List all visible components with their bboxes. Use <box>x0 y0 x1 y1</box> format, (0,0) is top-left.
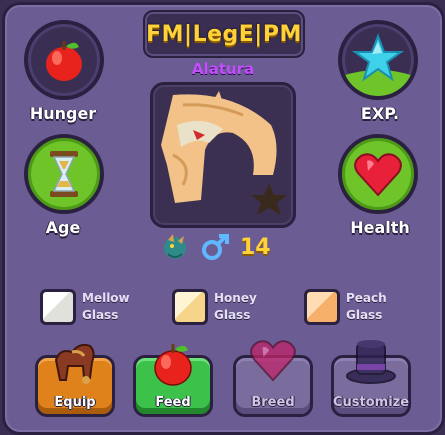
potion-name-line1: Peach <box>346 291 387 305</box>
feed-label: Feed <box>155 395 191 410</box>
apple-icon <box>154 344 192 386</box>
exp-label: EXP. <box>360 104 400 123</box>
equip-button[interactable]: Equip <box>35 343 115 417</box>
top-hat-icon <box>346 340 396 384</box>
pet-title: FM|LegE|PM <box>146 21 302 47</box>
pet-age-value: 14 <box>240 234 271 260</box>
health-label: Health <box>350 218 410 237</box>
heart-icon <box>250 340 296 382</box>
health-stat[interactable] <box>338 134 418 214</box>
exp-stat[interactable] <box>338 20 418 100</box>
pet-title-banner: FM|LegE|PM <box>143 10 305 58</box>
pet-portrait <box>150 82 296 228</box>
heart-icon <box>354 153 402 197</box>
potion-name-line2: Glass <box>82 308 119 322</box>
potion-swatch <box>304 289 340 325</box>
dragon-icon <box>164 234 186 259</box>
feed-button[interactable]: Feed <box>133 344 213 417</box>
hunger-stat[interactable] <box>24 20 104 100</box>
potion-name-line2: Glass <box>346 308 383 322</box>
potion-peach-glass: Peach Glass <box>304 289 406 325</box>
breed-button[interactable]: Breed <box>233 340 313 417</box>
male-icon <box>202 234 229 260</box>
pet-name: Alatura <box>191 60 255 78</box>
age-label: Age <box>45 218 81 237</box>
star-icon <box>342 33 414 96</box>
customize-button[interactable]: Customize <box>331 340 411 417</box>
potion-swatch <box>40 289 76 325</box>
potion-name-line1: Honey <box>214 291 257 305</box>
breed-label: Breed <box>251 395 295 410</box>
potion-mellow-glass: Mellow Glass <box>40 289 142 325</box>
age-stat[interactable] <box>24 134 104 214</box>
potion-honey-glass: Honey Glass <box>172 289 274 325</box>
saddle-icon <box>54 343 95 384</box>
apple-icon <box>46 41 82 81</box>
customize-label: Customize <box>332 395 410 410</box>
potion-swatch <box>172 289 208 325</box>
hourglass-icon <box>50 151 78 197</box>
hunger-label: Hunger <box>29 104 97 123</box>
potion-name-line2: Glass <box>214 308 251 322</box>
potion-name-line1: Mellow <box>82 291 130 305</box>
pet-info-row: 14 <box>160 232 300 262</box>
pet-image <box>161 91 287 215</box>
equip-label: Equip <box>54 395 96 410</box>
